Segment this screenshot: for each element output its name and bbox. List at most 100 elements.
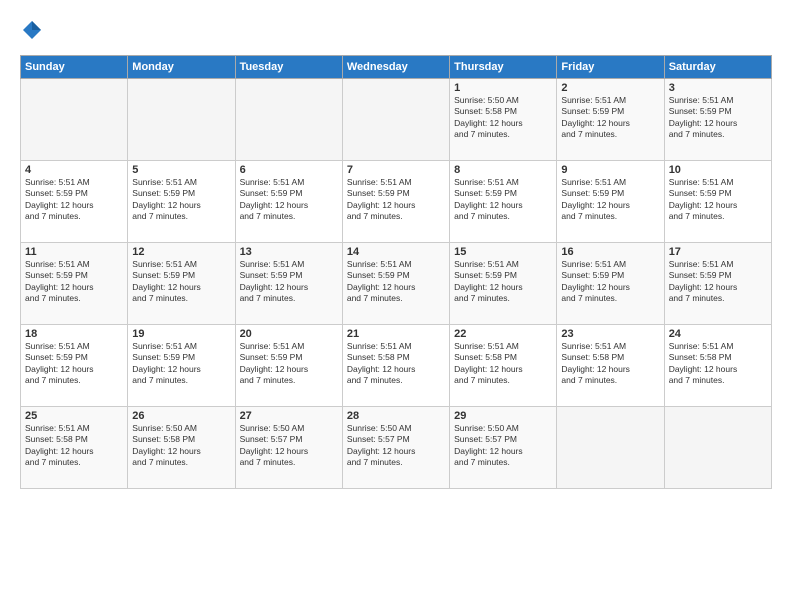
day-info: Sunrise: 5:51 AM Sunset: 5:59 PM Dayligh…	[561, 95, 659, 141]
day-info: Sunrise: 5:51 AM Sunset: 5:59 PM Dayligh…	[454, 177, 552, 223]
day-number: 11	[25, 246, 123, 258]
day-info: Sunrise: 5:50 AM Sunset: 5:58 PM Dayligh…	[454, 95, 552, 141]
day-cell	[342, 79, 449, 161]
day-cell: 15Sunrise: 5:51 AM Sunset: 5:59 PM Dayli…	[450, 243, 557, 325]
day-cell: 14Sunrise: 5:51 AM Sunset: 5:59 PM Dayli…	[342, 243, 449, 325]
day-cell	[557, 407, 664, 489]
day-number: 18	[25, 328, 123, 340]
day-number: 10	[669, 164, 767, 176]
header-row: SundayMondayTuesdayWednesdayThursdayFrid…	[21, 56, 772, 79]
day-cell: 7Sunrise: 5:51 AM Sunset: 5:59 PM Daylig…	[342, 161, 449, 243]
calendar-header: SundayMondayTuesdayWednesdayThursdayFrid…	[21, 56, 772, 79]
day-number: 12	[132, 246, 230, 258]
day-cell: 3Sunrise: 5:51 AM Sunset: 5:59 PM Daylig…	[664, 79, 771, 161]
day-cell: 27Sunrise: 5:50 AM Sunset: 5:57 PM Dayli…	[235, 407, 342, 489]
day-info: Sunrise: 5:51 AM Sunset: 5:59 PM Dayligh…	[25, 341, 123, 387]
day-number: 5	[132, 164, 230, 176]
day-info: Sunrise: 5:51 AM Sunset: 5:58 PM Dayligh…	[561, 341, 659, 387]
logo	[20, 20, 42, 45]
day-info: Sunrise: 5:50 AM Sunset: 5:57 PM Dayligh…	[347, 423, 445, 469]
day-cell: 26Sunrise: 5:50 AM Sunset: 5:58 PM Dayli…	[128, 407, 235, 489]
day-info: Sunrise: 5:50 AM Sunset: 5:57 PM Dayligh…	[454, 423, 552, 469]
day-cell: 17Sunrise: 5:51 AM Sunset: 5:59 PM Dayli…	[664, 243, 771, 325]
page: SundayMondayTuesdayWednesdayThursdayFrid…	[0, 0, 792, 612]
day-cell: 25Sunrise: 5:51 AM Sunset: 5:58 PM Dayli…	[21, 407, 128, 489]
day-cell: 9Sunrise: 5:51 AM Sunset: 5:59 PM Daylig…	[557, 161, 664, 243]
day-cell: 16Sunrise: 5:51 AM Sunset: 5:59 PM Dayli…	[557, 243, 664, 325]
day-number: 28	[347, 410, 445, 422]
day-cell: 11Sunrise: 5:51 AM Sunset: 5:59 PM Dayli…	[21, 243, 128, 325]
day-number: 16	[561, 246, 659, 258]
day-number: 9	[561, 164, 659, 176]
week-row-3: 11Sunrise: 5:51 AM Sunset: 5:59 PM Dayli…	[21, 243, 772, 325]
day-info: Sunrise: 5:51 AM Sunset: 5:58 PM Dayligh…	[25, 423, 123, 469]
day-info: Sunrise: 5:51 AM Sunset: 5:59 PM Dayligh…	[347, 177, 445, 223]
day-info: Sunrise: 5:51 AM Sunset: 5:59 PM Dayligh…	[25, 177, 123, 223]
day-cell: 8Sunrise: 5:51 AM Sunset: 5:59 PM Daylig…	[450, 161, 557, 243]
day-info: Sunrise: 5:51 AM Sunset: 5:58 PM Dayligh…	[454, 341, 552, 387]
day-info: Sunrise: 5:51 AM Sunset: 5:59 PM Dayligh…	[669, 259, 767, 305]
day-number: 8	[454, 164, 552, 176]
calendar-body: 1Sunrise: 5:50 AM Sunset: 5:58 PM Daylig…	[21, 79, 772, 489]
day-header-wednesday: Wednesday	[342, 56, 449, 79]
day-header-friday: Friday	[557, 56, 664, 79]
day-info: Sunrise: 5:50 AM Sunset: 5:58 PM Dayligh…	[132, 423, 230, 469]
week-row-4: 18Sunrise: 5:51 AM Sunset: 5:59 PM Dayli…	[21, 325, 772, 407]
day-number: 19	[132, 328, 230, 340]
day-info: Sunrise: 5:51 AM Sunset: 5:59 PM Dayligh…	[347, 259, 445, 305]
day-cell: 21Sunrise: 5:51 AM Sunset: 5:58 PM Dayli…	[342, 325, 449, 407]
day-number: 4	[25, 164, 123, 176]
week-row-1: 1Sunrise: 5:50 AM Sunset: 5:58 PM Daylig…	[21, 79, 772, 161]
day-number: 27	[240, 410, 338, 422]
day-cell: 6Sunrise: 5:51 AM Sunset: 5:59 PM Daylig…	[235, 161, 342, 243]
day-cell	[235, 79, 342, 161]
day-number: 24	[669, 328, 767, 340]
day-info: Sunrise: 5:51 AM Sunset: 5:59 PM Dayligh…	[132, 341, 230, 387]
day-cell	[128, 79, 235, 161]
day-number: 7	[347, 164, 445, 176]
day-header-sunday: Sunday	[21, 56, 128, 79]
day-cell: 5Sunrise: 5:51 AM Sunset: 5:59 PM Daylig…	[128, 161, 235, 243]
day-number: 1	[454, 82, 552, 94]
day-cell: 28Sunrise: 5:50 AM Sunset: 5:57 PM Dayli…	[342, 407, 449, 489]
day-header-thursday: Thursday	[450, 56, 557, 79]
day-header-saturday: Saturday	[664, 56, 771, 79]
day-number: 17	[669, 246, 767, 258]
day-info: Sunrise: 5:51 AM Sunset: 5:59 PM Dayligh…	[240, 259, 338, 305]
day-number: 26	[132, 410, 230, 422]
day-cell: 2Sunrise: 5:51 AM Sunset: 5:59 PM Daylig…	[557, 79, 664, 161]
day-number: 6	[240, 164, 338, 176]
day-header-monday: Monday	[128, 56, 235, 79]
day-info: Sunrise: 5:51 AM Sunset: 5:59 PM Dayligh…	[454, 259, 552, 305]
header	[20, 20, 772, 45]
day-info: Sunrise: 5:51 AM Sunset: 5:58 PM Dayligh…	[669, 341, 767, 387]
week-row-5: 25Sunrise: 5:51 AM Sunset: 5:58 PM Dayli…	[21, 407, 772, 489]
day-number: 13	[240, 246, 338, 258]
day-info: Sunrise: 5:51 AM Sunset: 5:59 PM Dayligh…	[669, 95, 767, 141]
day-info: Sunrise: 5:51 AM Sunset: 5:59 PM Dayligh…	[132, 177, 230, 223]
day-cell: 12Sunrise: 5:51 AM Sunset: 5:59 PM Dayli…	[128, 243, 235, 325]
day-info: Sunrise: 5:51 AM Sunset: 5:59 PM Dayligh…	[669, 177, 767, 223]
day-info: Sunrise: 5:51 AM Sunset: 5:59 PM Dayligh…	[132, 259, 230, 305]
day-number: 20	[240, 328, 338, 340]
day-cell: 19Sunrise: 5:51 AM Sunset: 5:59 PM Dayli…	[128, 325, 235, 407]
day-number: 14	[347, 246, 445, 258]
day-info: Sunrise: 5:50 AM Sunset: 5:57 PM Dayligh…	[240, 423, 338, 469]
day-number: 25	[25, 410, 123, 422]
day-cell: 24Sunrise: 5:51 AM Sunset: 5:58 PM Dayli…	[664, 325, 771, 407]
day-number: 3	[669, 82, 767, 94]
day-number: 15	[454, 246, 552, 258]
day-cell: 20Sunrise: 5:51 AM Sunset: 5:59 PM Dayli…	[235, 325, 342, 407]
day-number: 22	[454, 328, 552, 340]
day-cell	[21, 79, 128, 161]
day-cell: 13Sunrise: 5:51 AM Sunset: 5:59 PM Dayli…	[235, 243, 342, 325]
day-info: Sunrise: 5:51 AM Sunset: 5:59 PM Dayligh…	[240, 341, 338, 387]
day-info: Sunrise: 5:51 AM Sunset: 5:59 PM Dayligh…	[25, 259, 123, 305]
day-cell: 29Sunrise: 5:50 AM Sunset: 5:57 PM Dayli…	[450, 407, 557, 489]
day-cell: 22Sunrise: 5:51 AM Sunset: 5:58 PM Dayli…	[450, 325, 557, 407]
day-number: 29	[454, 410, 552, 422]
day-info: Sunrise: 5:51 AM Sunset: 5:59 PM Dayligh…	[561, 177, 659, 223]
day-cell: 10Sunrise: 5:51 AM Sunset: 5:59 PM Dayli…	[664, 161, 771, 243]
day-cell: 23Sunrise: 5:51 AM Sunset: 5:58 PM Dayli…	[557, 325, 664, 407]
day-number: 23	[561, 328, 659, 340]
